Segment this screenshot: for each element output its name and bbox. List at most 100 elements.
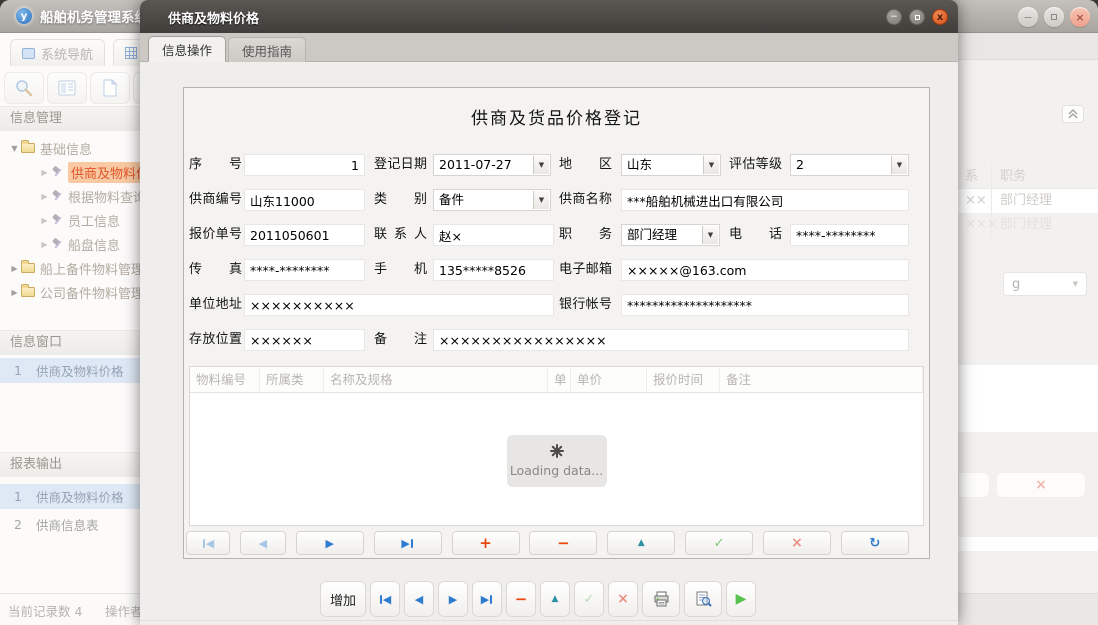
cancel-record-button[interactable]: × <box>763 531 831 555</box>
reg-date-combobox[interactable]: 2011-07-27▼ <box>433 154 551 176</box>
region-combobox[interactable]: 山东▼ <box>621 154 721 176</box>
background-dropdown[interactable]: g ▼ <box>1003 272 1087 296</box>
prev-record-button[interactable]: ◀ <box>240 531 286 555</box>
post-toolbar-button[interactable]: ✓ <box>574 581 604 617</box>
document-button[interactable] <box>90 72 130 104</box>
quote-no-field[interactable] <box>244 224 365 246</box>
chevron-right-icon[interactable]: ▶ <box>38 216 51 225</box>
rating-combobox[interactable]: 2▼ <box>790 154 909 176</box>
maximize-button[interactable] <box>1044 7 1064 27</box>
next-record-button[interactable]: ▶ <box>296 531 364 555</box>
prev-toolbar-button[interactable]: ◀ <box>404 581 434 617</box>
tab-label: 系统导航 <box>41 44 93 63</box>
phone-field[interactable] <box>790 224 909 246</box>
first-record-button[interactable]: ◀ <box>186 531 230 555</box>
form-view-button[interactable] <box>47 72 87 104</box>
minimize-button[interactable]: − <box>1018 7 1038 27</box>
list-item[interactable]: 1供商及物料价格 <box>0 358 140 383</box>
print-toolbar-button[interactable] <box>642 581 680 617</box>
remark-field[interactable] <box>433 329 909 351</box>
seq-field[interactable] <box>244 154 365 176</box>
cancel-toolbar-button[interactable]: × <box>608 581 638 617</box>
insert-record-button[interactable]: + <box>452 531 520 555</box>
background-button[interactable] <box>958 472 990 498</box>
field-label-storage-location: 存放位置 <box>189 329 242 351</box>
grid-navigator: ◀ ◀ ▶ ▶ +−▲ ✓ × ↻ <box>186 531 909 555</box>
background-cancel-button[interactable]: × <box>996 472 1086 498</box>
collapse-panel-button[interactable] <box>1062 105 1084 123</box>
category-combobox[interactable]: 备件 ▼ <box>433 189 551 211</box>
field-label-contact: 联系人 <box>374 224 427 246</box>
preview-toolbar-button[interactable] <box>684 581 722 617</box>
grid-column-remark[interactable]: 备注 <box>720 367 923 392</box>
chevron-down-icon[interactable]: ▼ <box>533 156 549 174</box>
last-record-button[interactable]: ▶ <box>374 531 442 555</box>
first-toolbar-button[interactable]: ◀ <box>370 581 400 617</box>
address-field[interactable] <box>244 294 554 316</box>
grid-column-name-spec[interactable]: 名称及规格 <box>324 367 548 392</box>
dialog-tab-active[interactable]: 信息操作 <box>148 36 226 62</box>
fax-field[interactable] <box>244 259 365 281</box>
tree-item[interactable]: ▶供商及物料价格 <box>0 160 140 184</box>
supplier-name-field[interactable] <box>621 189 909 211</box>
chevron-down-icon[interactable]: ▼ <box>702 226 718 244</box>
edit-record-button[interactable]: ▲ <box>607 531 675 555</box>
dialog-toolbar: 增加◀◀▶▶−▲✓×▶ <box>320 581 756 617</box>
status-bar: 当前记录数 4 操作者 <box>0 593 140 625</box>
next-toolbar-button[interactable]: ▶ <box>438 581 468 617</box>
list-item[interactable]: 1供商及物料价格 <box>0 484 140 509</box>
list-item[interactable]: 2供商信息表 <box>0 512 140 537</box>
tree-item-label: 基础信息 <box>40 139 92 158</box>
cell-contact: ××× <box>958 213 992 237</box>
supplier-no-field[interactable] <box>244 189 365 211</box>
last-toolbar-button[interactable]: ▶ <box>472 581 502 617</box>
mobile-field[interactable] <box>433 259 554 281</box>
tree-item[interactable]: ▶根据物料查询 <box>0 184 140 208</box>
contact-field[interactable] <box>433 224 554 246</box>
chevron-right-icon[interactable]: ▶ <box>38 240 51 249</box>
tree-item[interactable]: ▶公司备件物料管理 <box>0 280 140 304</box>
grid-column-unit[interactable]: 单 <box>548 367 571 392</box>
tab-system-navigation[interactable]: 系统导航 <box>10 39 105 66</box>
tree-item[interactable]: ▶船盘信息 <box>0 232 140 256</box>
position-combobox[interactable]: 部门经理▼ <box>621 224 720 246</box>
chevron-right-icon[interactable]: ▶ <box>38 192 51 201</box>
tree-item[interactable]: ▶员工信息 <box>0 208 140 232</box>
run-toolbar-button[interactable]: ▶ <box>726 581 756 617</box>
chevron-right-icon[interactable]: ▶ <box>38 168 51 177</box>
post-record-button[interactable]: ✓ <box>685 531 753 555</box>
dialog-tab-inactive[interactable]: 使用指南 <box>228 37 306 62</box>
section-info-management: 信息管理 <box>0 106 140 131</box>
chevron-down-icon[interactable]: ▼ <box>891 156 907 174</box>
edit-toolbar-button[interactable]: ▲ <box>540 581 570 617</box>
delete-toolbar-button[interactable]: − <box>506 581 536 617</box>
dialog-close-button[interactable]: x <box>932 9 948 25</box>
main-window-controls: − × <box>1018 7 1090 27</box>
chevron-right-icon[interactable]: ▶ <box>8 288 21 297</box>
tree-item[interactable]: ▶船上备件物料管理 <box>0 256 140 280</box>
category-value: 备件 <box>439 192 464 207</box>
bank-account-field[interactable] <box>621 294 909 316</box>
tree-item[interactable]: ▼ 基础信息 <box>0 136 140 160</box>
dialog-minimize-button[interactable]: − <box>886 9 902 25</box>
loading-text: Loading data... <box>510 463 603 478</box>
grid-column-quote-time[interactable]: 报价时间 <box>647 367 720 392</box>
storage-location-field[interactable] <box>244 329 365 351</box>
refresh-record-button[interactable]: ↻ <box>841 531 909 555</box>
email-field[interactable] <box>621 259 909 281</box>
add-button-label: 增加 <box>330 590 356 609</box>
delete-record-button[interactable]: − <box>529 531 597 555</box>
grid-column-category[interactable]: 所属类 <box>260 367 324 392</box>
chevron-down-icon[interactable]: ▼ <box>703 156 719 174</box>
chevron-down-icon[interactable]: ▼ <box>8 144 21 153</box>
dialog-maximize-button[interactable] <box>909 9 925 25</box>
app-logo: y <box>16 8 32 24</box>
add-button[interactable]: 增加 <box>320 581 366 617</box>
close-button[interactable]: × <box>1070 7 1090 27</box>
cell-position: 部门经理 <box>992 213 1052 237</box>
chevron-down-icon[interactable]: ▼ <box>533 191 549 209</box>
search-button[interactable] <box>4 72 44 104</box>
chevron-right-icon[interactable]: ▶ <box>8 264 21 273</box>
grid-column-material-no[interactable]: 物料编号 <box>190 367 260 392</box>
grid-column-unit-price[interactable]: 单价 <box>571 367 647 392</box>
